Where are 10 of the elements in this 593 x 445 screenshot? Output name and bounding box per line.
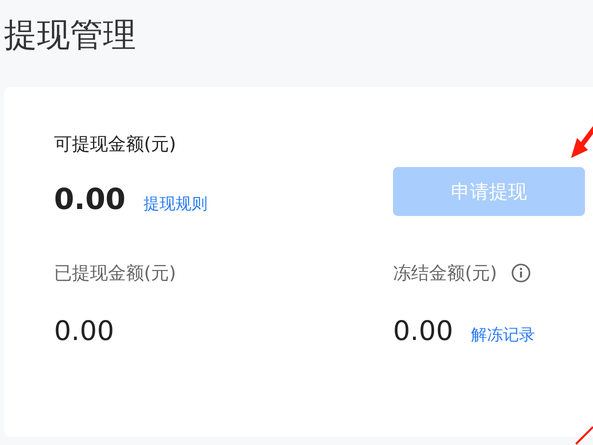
amount-label: 已提现金额(元) [54,262,176,285]
amount-value: 0.00 [54,316,114,347]
text-link[interactable]: 解冻记录 [471,325,536,346]
amount-label: 冻结金额(元) [393,262,498,285]
amount-value: 0.00 [54,182,126,216]
text-link[interactable]: 提现规则 [144,194,208,215]
amount-label: 可提现金额(元) [54,133,176,156]
page-title: 提现管理 [4,14,137,56]
info-icon[interactable] [511,263,532,283]
amount-value: 0.00 [393,316,454,347]
